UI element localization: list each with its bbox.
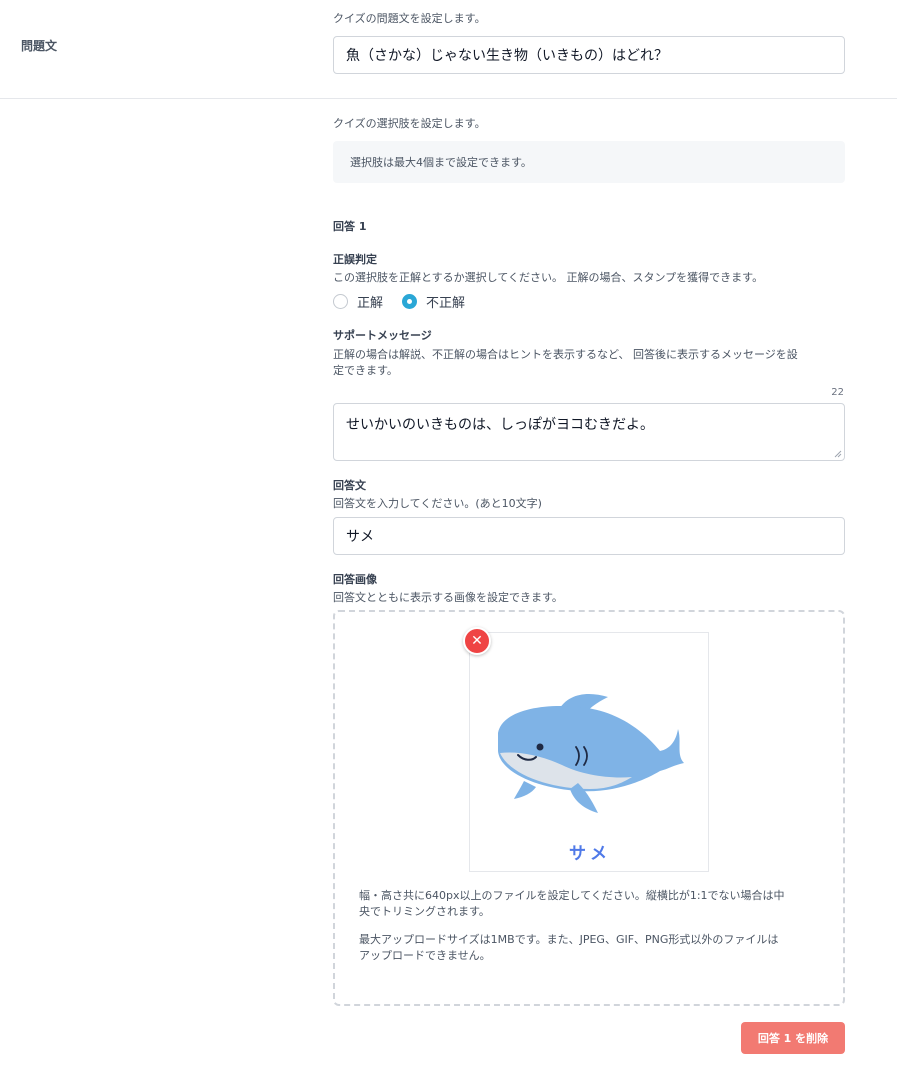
support-message-description-2: 定できます。 bbox=[333, 364, 398, 377]
question-row-label: 問題文 bbox=[21, 39, 58, 53]
support-message-value: せいかいのいきものは、しっぽがヨコむきだよ。 bbox=[346, 417, 654, 433]
section-divider bbox=[0, 98, 897, 99]
radio-incorrect-circle[interactable] bbox=[402, 294, 418, 309]
question-description: クイズの問題文を設定します。 bbox=[333, 12, 486, 25]
resize-handle-icon[interactable] bbox=[834, 450, 842, 458]
choices-limit-note: 選択肢は最大4個まで設定できます。 bbox=[333, 141, 845, 183]
support-message-counter: 22 bbox=[831, 387, 844, 398]
support-message-label: サポートメッセージ bbox=[333, 329, 432, 342]
answer-heading: 回答 1 bbox=[333, 220, 367, 233]
answer-text-value: サメ bbox=[346, 529, 374, 545]
radio-correct[interactable]: 正解 bbox=[333, 292, 383, 311]
question-input[interactable]: 魚（さかな）じゃない生き物（いきもの）はどれ？ bbox=[333, 36, 845, 74]
answer-text-label: 回答文 bbox=[333, 479, 366, 492]
upload-limit-note-2: アップロードできません。 bbox=[359, 949, 491, 962]
image-size-note-1: 幅・高さ共に640px以上のファイルを設定してください。縦横比が1:1でない場合… bbox=[359, 889, 785, 902]
choices-limit-note-text: 選択肢は最大4個まで設定できます。 bbox=[350, 156, 532, 169]
close-icon: ✕ bbox=[471, 633, 483, 649]
answer-text-input[interactable]: サメ bbox=[333, 517, 845, 555]
correctness-label: 正誤判定 bbox=[333, 253, 377, 266]
support-message-textarea[interactable]: せいかいのいきものは、しっぽがヨコむきだよ。 bbox=[333, 403, 845, 461]
image-caption: サメ bbox=[569, 844, 611, 864]
remove-image-button[interactable]: ✕ bbox=[463, 627, 491, 655]
choices-description: クイズの選択肢を設定します。 bbox=[333, 117, 486, 130]
radio-incorrect-label: 不正解 bbox=[426, 296, 466, 311]
correctness-description: この選択肢を正解とするか選択してください。 正解の場合、スタンプを獲得できます。 bbox=[333, 271, 764, 284]
answer-image-label: 回答画像 bbox=[333, 573, 377, 586]
image-preview: サメ bbox=[469, 632, 709, 872]
image-size-note-2: 央でトリミングされます。 bbox=[359, 905, 490, 918]
correctness-radio-group: 正解 不正解 bbox=[333, 292, 484, 311]
question-input-value: 魚（さかな）じゃない生き物（いきもの）はどれ？ bbox=[346, 48, 668, 64]
radio-incorrect[interactable]: 不正解 bbox=[402, 292, 465, 311]
shark-illustration bbox=[498, 693, 684, 813]
delete-answer-label: 回答 1 を削除 bbox=[757, 1032, 829, 1045]
radio-correct-circle[interactable] bbox=[333, 294, 348, 309]
delete-answer-button[interactable]: 回答 1 を削除 bbox=[741, 1022, 845, 1054]
answer-text-description: 回答文を入力してください。(あと10文字) bbox=[333, 497, 542, 510]
support-message-description-1: 正解の場合は解説、不正解の場合はヒントを表示するなど、 回答後に表示するメッセー… bbox=[333, 348, 798, 361]
answer-image-description: 回答文とともに表示する画像を設定できます。 bbox=[333, 591, 563, 604]
radio-correct-label: 正解 bbox=[357, 296, 384, 311]
upload-limit-note-1: 最大アップロードサイズは1MBです。また、JPEG、GIF、PNG形式以外のファ… bbox=[359, 933, 779, 946]
